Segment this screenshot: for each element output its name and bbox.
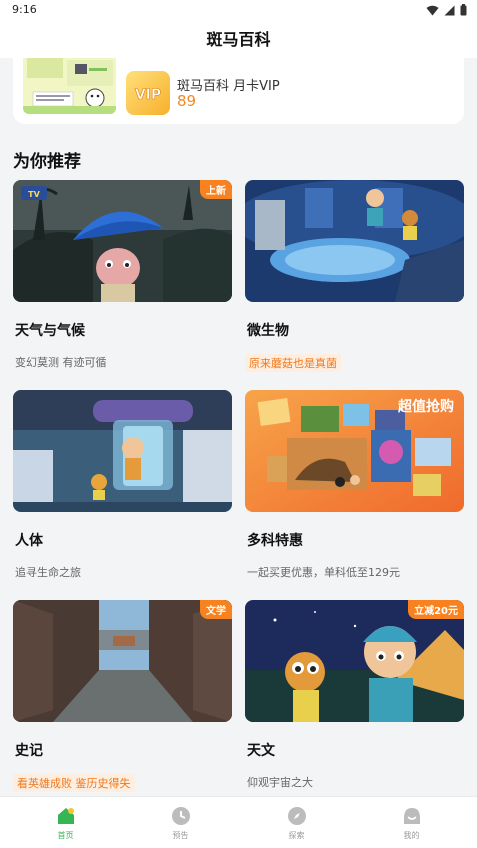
nav-label: 首页 — [57, 831, 74, 840]
course-card-astronomy[interactable]: 立减20元 天文 仰观宇宙之大 — [245, 600, 464, 789]
card-title: 多科特惠 — [247, 533, 303, 549]
nav-item-profile[interactable]: 我的 — [352, 797, 471, 848]
card-badge: 上新 — [200, 180, 232, 199]
card-subtitle: 仰观宇宙之大 — [247, 776, 313, 789]
nav-item-home[interactable]: 首页 — [6, 797, 125, 848]
promo-thumbnail — [23, 58, 116, 114]
app-header: 斑马百科 — [0, 22, 477, 58]
course-card-human-body[interactable]: 人体 追寻生命之旅 — [13, 390, 232, 579]
nav-label: 探索 — [288, 831, 305, 840]
card-subtitle: 原来蘑菇也是真菌 — [245, 354, 341, 372]
status-icons — [426, 4, 467, 16]
card-subtitle: 追寻生命之旅 — [15, 566, 81, 579]
clock-icon — [172, 807, 190, 825]
card-promo-label: 超值抢购 — [398, 399, 454, 415]
card-title: 天气与气候 — [15, 323, 85, 339]
card-title: 史记 — [15, 743, 43, 759]
nav-label: 我的 — [403, 831, 420, 840]
course-card-microbes[interactable]: 微生物 原来蘑菇也是真菌 — [245, 180, 464, 372]
card-image — [245, 180, 464, 302]
course-card-bundle-deal[interactable]: 超值抢购 多科特惠 一起买更优惠，单科低至129元 — [245, 390, 464, 579]
promo-price: 89 — [177, 92, 197, 110]
battery-icon — [460, 4, 467, 16]
card-image: 立减20元 — [245, 600, 464, 722]
home-icon — [58, 808, 74, 824]
section-title: 为你推荐 — [13, 152, 81, 172]
card-subtitle: 一起买更优惠，单科低至129元 — [247, 566, 400, 579]
status-time: 9:16 — [12, 3, 37, 16]
vip-icon: VIP — [126, 71, 170, 115]
svg-text:VIP: VIP — [135, 87, 161, 103]
signal-icon — [444, 5, 455, 15]
course-card-weather[interactable]: TV 上新 天气与气候 变幻莫测 有迹可循 — [13, 180, 232, 369]
status-bar: 9:16 — [0, 0, 477, 22]
card-subtitle: 看英雄成败 鉴历史得失 — [13, 774, 135, 792]
tv-logo: TV — [28, 190, 40, 199]
compass-icon — [288, 807, 306, 825]
vip-promo-card[interactable]: VIP 斑马百科 月卡VIP 89 — [13, 58, 464, 124]
nav-item-preview[interactable]: 预告 — [121, 797, 240, 848]
card-image: TV 上新 — [13, 180, 232, 302]
page-title: 斑马百科 — [206, 30, 271, 49]
card-title: 人体 — [15, 533, 43, 549]
nav-item-explore[interactable]: 探索 — [237, 797, 356, 848]
card-badge: 文学 — [200, 600, 232, 619]
card-image: 文学 — [13, 600, 232, 722]
wifi-icon — [426, 5, 439, 15]
card-title: 微生物 — [247, 323, 289, 339]
card-image: 超值抢购 — [245, 390, 464, 512]
nav-label: 预告 — [172, 831, 189, 840]
profile-icon — [404, 808, 420, 824]
bottom-nav: 首页 预告 探索 我的 — [0, 796, 477, 848]
card-subtitle: 变幻莫测 有迹可循 — [15, 356, 107, 369]
card-image — [13, 390, 232, 512]
card-badge: 立减20元 — [408, 600, 464, 619]
course-card-history[interactable]: 文学 史记 看英雄成败 鉴历史得失 — [13, 600, 232, 792]
card-title: 天文 — [247, 743, 275, 759]
